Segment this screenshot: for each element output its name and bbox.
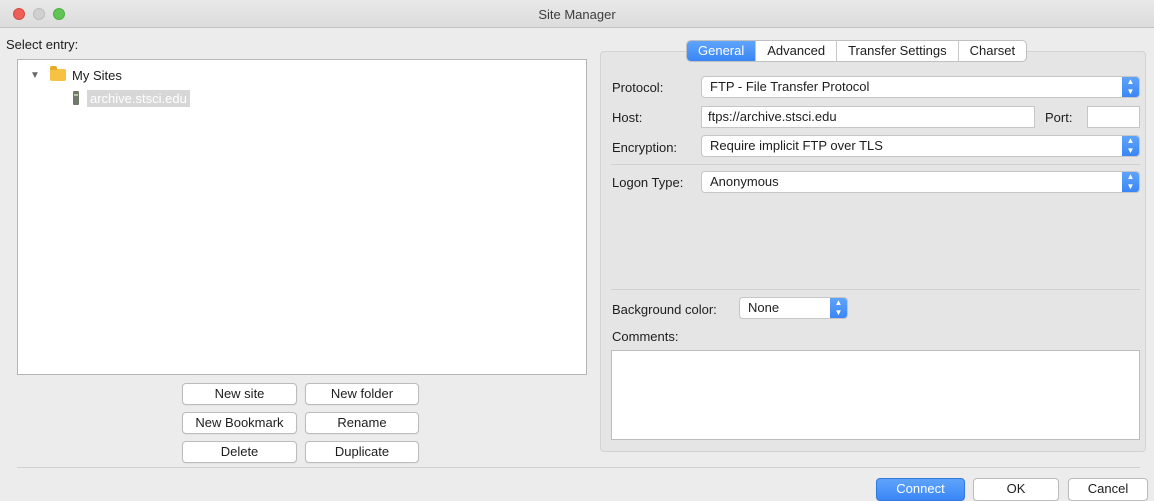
cancel-button[interactable]: Cancel (1068, 478, 1148, 501)
background-color-select[interactable]: None ▲ ▼ (739, 297, 848, 319)
popup-arrows-icon: ▲ ▼ (830, 298, 847, 318)
tab-charset[interactable]: Charset (957, 41, 1027, 61)
port-label: Port: (1045, 110, 1073, 125)
comments-textarea[interactable] (611, 350, 1140, 440)
encryption-label: Encryption: (612, 140, 678, 155)
tree-item-site[interactable]: archive.stsci.edu (73, 89, 190, 107)
tree-item-label: archive.stsci.edu (87, 89, 190, 107)
logon-type-select[interactable]: Anonymous ▲ ▼ (701, 171, 1140, 193)
popup-arrows-icon: ▲ ▼ (1122, 77, 1139, 97)
select-entry-label: Select entry: (6, 37, 79, 52)
divider (611, 289, 1140, 290)
protocol-value: FTP - File Transfer Protocol (710, 79, 870, 94)
folder-icon (50, 66, 66, 81)
site-tree[interactable]: ▼ My Sites archive.stsci.edu (17, 59, 587, 375)
server-icon (73, 91, 79, 105)
duplicate-button[interactable]: Duplicate (305, 441, 419, 463)
protocol-select[interactable]: FTP - File Transfer Protocol ▲ ▼ (701, 76, 1140, 98)
divider (611, 164, 1140, 165)
new-site-button[interactable]: New site (182, 383, 297, 405)
background-color-label: Background color: (612, 302, 717, 317)
host-input[interactable]: ftps://archive.stsci.edu (701, 106, 1035, 128)
title-bar: Site Manager (0, 0, 1154, 28)
tab-general[interactable]: General (687, 41, 756, 61)
protocol-label: Protocol: (612, 80, 664, 95)
comments-label: Comments: (612, 329, 679, 344)
settings-tabs: General Advanced Transfer Settings Chars… (686, 40, 1028, 62)
logon-type-value: Anonymous (710, 174, 779, 189)
popup-arrows-icon: ▲ ▼ (1122, 136, 1139, 156)
window-title: Site Manager (538, 7, 616, 22)
footer-divider (17, 467, 1140, 468)
tree-item-my-sites[interactable]: ▼ My Sites (30, 66, 122, 84)
ok-button[interactable]: OK (973, 478, 1059, 501)
new-folder-button[interactable]: New folder (305, 383, 419, 405)
host-label: Host: (612, 110, 643, 125)
disclosure-triangle-icon[interactable]: ▼ (30, 70, 44, 81)
tab-advanced[interactable]: Advanced (755, 41, 836, 61)
tree-item-label: My Sites (72, 67, 122, 83)
rename-button[interactable]: Rename (305, 412, 419, 434)
encryption-value: Require implicit FTP over TLS (710, 138, 883, 153)
popup-arrows-icon: ▲ ▼ (1122, 172, 1139, 192)
connect-button[interactable]: Connect (876, 478, 965, 501)
background-color-value: None (748, 300, 780, 315)
tab-transfer-settings[interactable]: Transfer Settings (836, 41, 958, 61)
logon-type-label: Logon Type: (612, 175, 684, 190)
new-bookmark-button[interactable]: New Bookmark (182, 412, 297, 434)
port-input[interactable] (1087, 106, 1140, 128)
delete-button[interactable]: Delete (182, 441, 297, 463)
encryption-select[interactable]: Require implicit FTP over TLS ▲ ▼ (701, 135, 1140, 157)
